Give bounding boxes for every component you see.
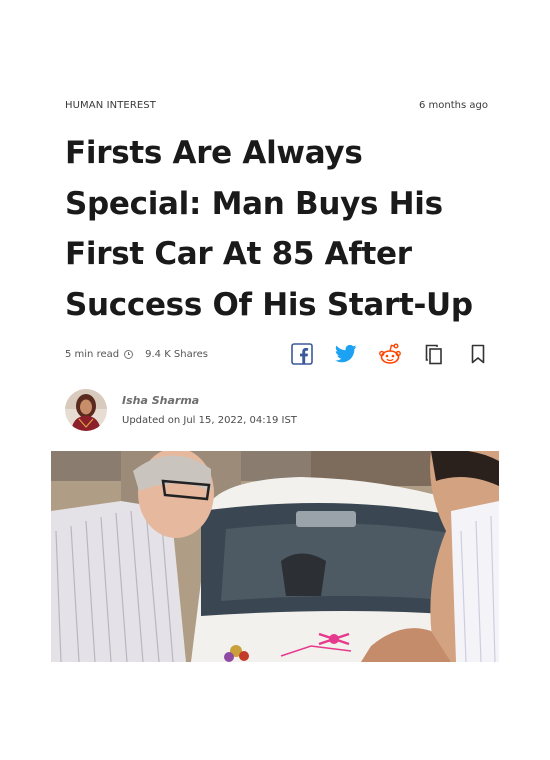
bookmark-button[interactable] — [466, 342, 490, 366]
copy-link-button[interactable] — [422, 342, 446, 366]
published-time: 6 months ago — [419, 99, 488, 111]
copy-icon — [425, 344, 442, 365]
twitter-icon — [335, 344, 357, 363]
reddit-icon — [379, 343, 401, 364]
reddit-share-button[interactable] — [378, 342, 402, 366]
avatar-image — [65, 389, 107, 431]
author-info: Isha Sharma Updated on Jul 15, 2022, 04:… — [122, 394, 297, 426]
category-link[interactable]: HUMAN INTEREST — [65, 100, 156, 111]
read-time: 5 min read — [65, 348, 134, 360]
updated-timestamp: Updated on Jul 15, 2022, 04:19 IST — [122, 415, 297, 426]
article-headline: Firsts Are Always Special: Man Buys His … — [65, 135, 473, 323]
author-name[interactable]: Isha Sharma — [122, 394, 297, 407]
author-avatar[interactable] — [65, 389, 107, 431]
hero-photo — [51, 451, 499, 662]
share-toolbar — [290, 342, 490, 366]
read-time-label: 5 min read — [65, 348, 120, 360]
article-meta-top: HUMAN INTEREST 6 months ago — [65, 98, 488, 112]
clock-icon — [124, 349, 134, 359]
author-block: Isha Sharma Updated on Jul 15, 2022, 04:… — [65, 388, 485, 432]
facebook-share-button[interactable] — [290, 342, 314, 366]
facebook-icon — [291, 343, 313, 365]
twitter-share-button[interactable] — [334, 342, 358, 366]
share-count: 9.4 K Shares — [145, 348, 208, 360]
hero-image — [51, 451, 499, 662]
bookmark-icon — [471, 344, 485, 364]
